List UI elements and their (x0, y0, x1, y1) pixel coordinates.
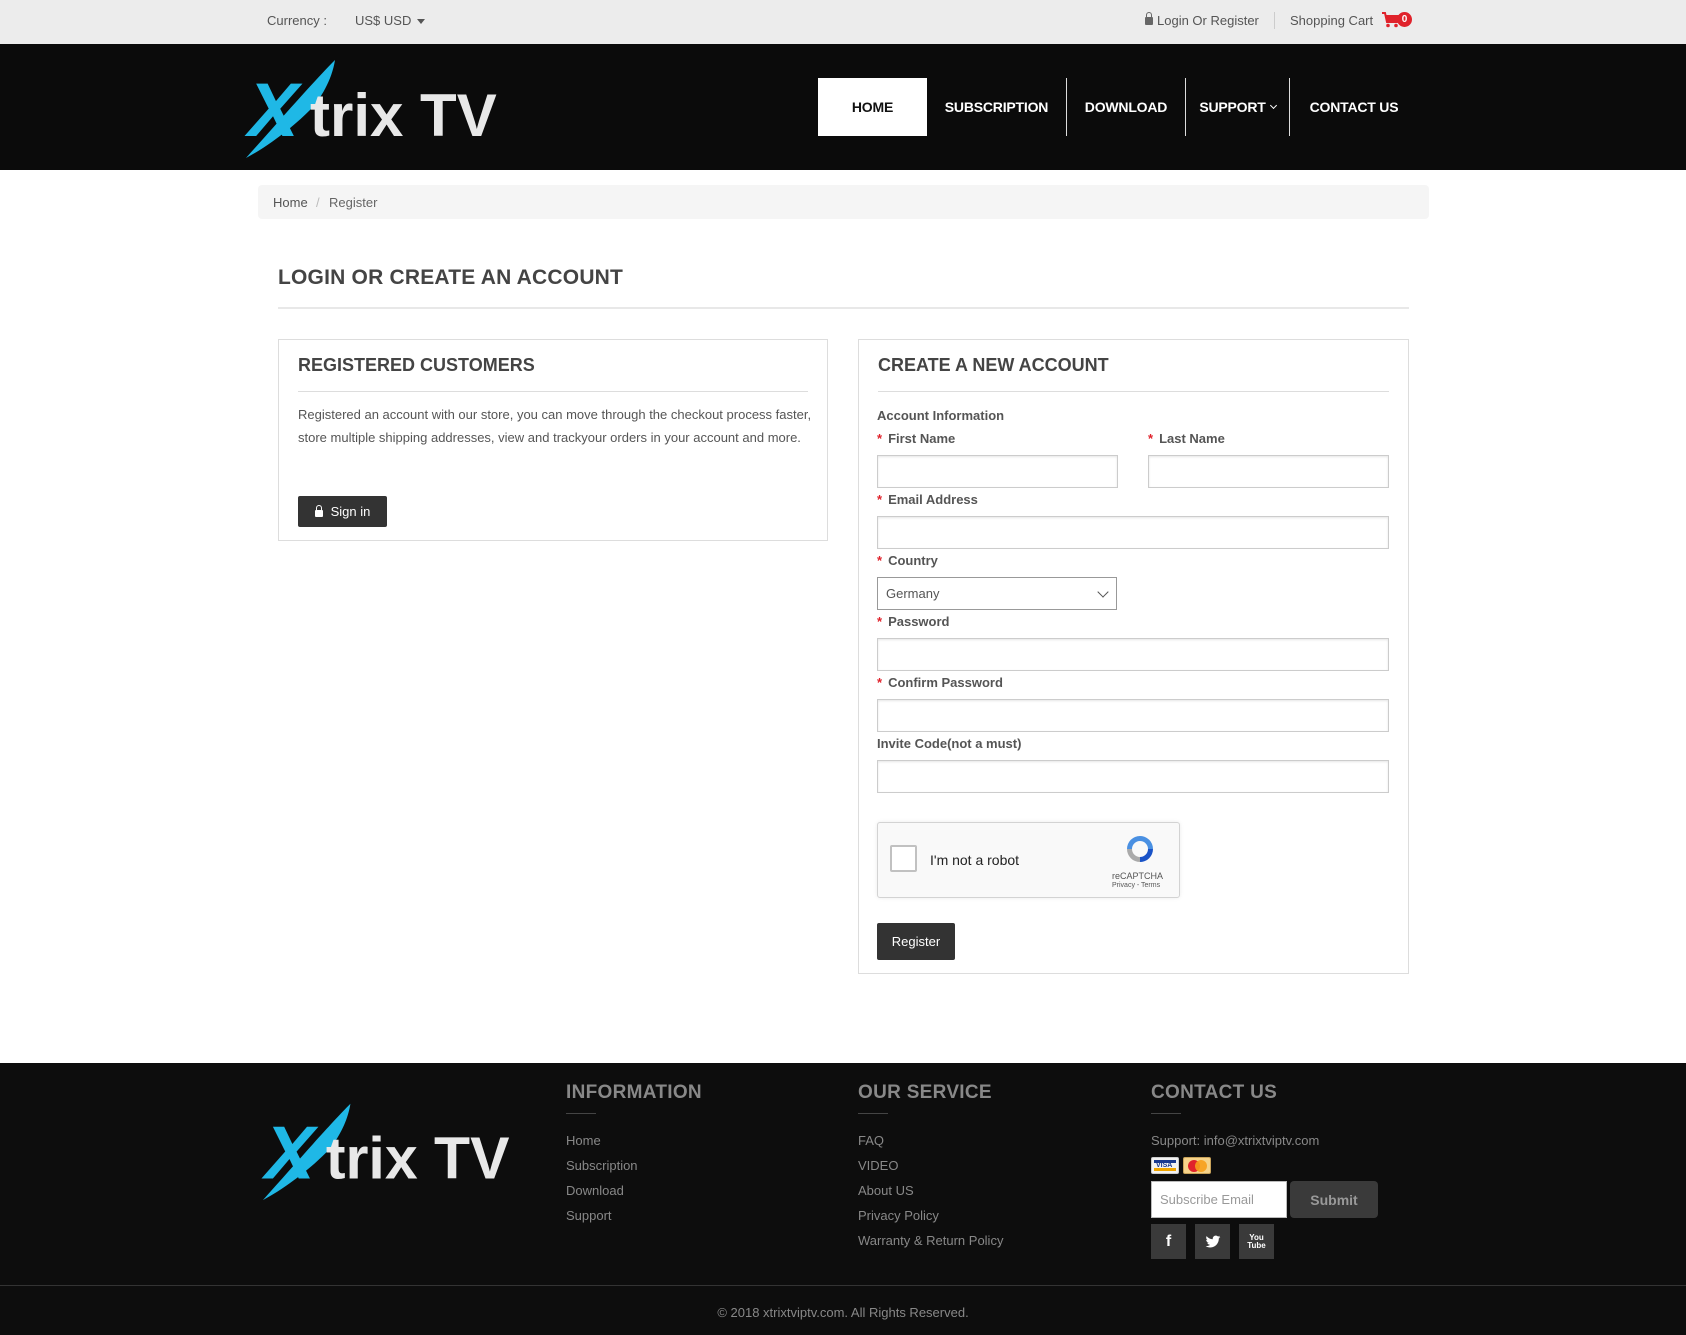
breadcrumb: Home / Register (258, 185, 1429, 219)
login-register-label: Login Or Register (1157, 13, 1259, 28)
email-input[interactable] (877, 516, 1389, 549)
footer-logo[interactable]: X trix TV (257, 1093, 552, 1205)
recaptcha-widget: I'm not a robot reCAPTCHA Privacy - Term… (877, 822, 1180, 898)
payment-cards: VISA (1151, 1157, 1211, 1174)
contact-us-title: CONTACT US (1151, 1082, 1278, 1103)
registered-customers-panel: REGISTERED CUSTOMERS Registered an accou… (278, 339, 828, 541)
lock-icon (1145, 12, 1153, 25)
nav-contact[interactable]: CONTACT US (1290, 78, 1418, 136)
footer-link-privacy[interactable]: Privacy Policy (858, 1208, 939, 1223)
currency-label: Currency : (267, 13, 327, 28)
required-mark: * (877, 431, 883, 446)
confirm-password-input[interactable] (877, 699, 1389, 732)
logo-text: trix TV (310, 82, 497, 149)
nav-download[interactable]: DOWNLOAD (1067, 78, 1185, 136)
footer-link-video[interactable]: VIDEO (858, 1158, 898, 1173)
email-label: * Email Address (877, 492, 978, 507)
nav-support-label: SUPPORT (1199, 99, 1266, 115)
confirm-password-label: * Confirm Password (877, 675, 1003, 690)
footer-logo-x: X (261, 1111, 319, 1195)
footer-link-home[interactable]: Home (566, 1133, 601, 1148)
invite-code-label: Invite Code(not a must) (877, 736, 1022, 751)
required-mark: * (877, 492, 883, 507)
nav-support[interactable]: SUPPORT (1186, 78, 1289, 136)
mastercard-icon (1183, 1157, 1211, 1174)
invite-code-input[interactable] (877, 760, 1389, 793)
panel-divider (878, 391, 1389, 392)
recaptcha-brand: reCAPTCHA (1112, 871, 1164, 881)
required-mark: * (877, 614, 883, 629)
youtube-icon[interactable]: You Tube (1239, 1224, 1274, 1259)
topbar-divider (1274, 12, 1275, 29)
sign-in-button[interactable]: Sign in (298, 496, 387, 527)
account-info-label: Account Information (877, 408, 1005, 423)
registered-description: Registered an account with our store, yo… (298, 407, 812, 445)
footer-link-support[interactable]: Support (566, 1208, 612, 1223)
last-name-label: * Last Name (1148, 431, 1225, 446)
page-title: LOGIN OR CREATE AN ACCOUNT (278, 266, 624, 289)
recaptcha-terms[interactable]: Privacy - Terms (1112, 882, 1160, 889)
title-divider (278, 307, 1409, 309)
subscribe-submit-button[interactable]: Submit (1290, 1181, 1378, 1218)
currency-value: US$ USD (355, 13, 412, 28)
footer-logo-text: trix TV (326, 1126, 510, 1192)
visa-card-icon: VISA (1151, 1157, 1179, 1174)
title-underline (566, 1113, 596, 1114)
lock-icon (314, 504, 323, 517)
facebook-icon[interactable]: f (1151, 1224, 1186, 1259)
shopping-cart-link[interactable]: Shopping Cart (1290, 13, 1373, 28)
registered-customers-title: REGISTERED CUSTOMERS (298, 355, 535, 375)
recaptcha-checkbox[interactable] (890, 845, 917, 872)
site-footer: X trix TV INFORMATION Home Subscription … (0, 1063, 1686, 1335)
support-email[interactable]: Support: info@xtrixtviptv.com (1151, 1133, 1319, 1148)
recaptcha-label: I'm not a robot (930, 852, 1020, 868)
recaptcha-icon (1127, 836, 1153, 862)
top-bar: Currency : US$ USD Login Or Register Sho… (0, 0, 1686, 44)
footer-link-download[interactable]: Download (566, 1183, 624, 1198)
site-logo[interactable]: X trix TV (240, 50, 540, 162)
twitter-icon[interactable] (1195, 1224, 1230, 1259)
country-select[interactable]: Germany (877, 577, 1117, 610)
footer-link-warranty[interactable]: Warranty & Return Policy (858, 1233, 1003, 1248)
password-label: * Password (877, 614, 950, 629)
nav-home[interactable]: HOME (818, 78, 927, 136)
our-service-title: OUR SERVICE (858, 1082, 992, 1103)
panel-divider (298, 391, 808, 392)
breadcrumb-current: Register (329, 195, 378, 210)
required-mark: * (877, 675, 883, 690)
information-title: INFORMATION (566, 1082, 702, 1103)
create-account-title: CREATE A NEW ACCOUNT (878, 355, 1109, 375)
visa-label: VISA (1156, 1162, 1173, 1169)
register-button[interactable]: Register (877, 923, 955, 960)
main-nav: HOME SUBSCRIPTION DOWNLOAD SUPPORT CONTA… (818, 78, 1418, 136)
footer-link-faq[interactable]: FAQ (858, 1133, 884, 1148)
create-account-panel: CREATE A NEW ACCOUNT Account Information… (858, 339, 1409, 974)
required-mark: * (1148, 431, 1154, 446)
logo-x: X (244, 68, 303, 153)
password-input[interactable] (877, 638, 1389, 671)
subscribe-email-input[interactable]: Subscribe Email (1151, 1181, 1287, 1218)
sign-in-label: Sign in (330, 504, 371, 519)
footer-divider (0, 1285, 1686, 1286)
footer-link-subscription[interactable]: Subscription (566, 1158, 638, 1173)
currency-dropdown[interactable]: US$ USD (355, 13, 426, 28)
caret-down-icon (417, 19, 426, 25)
title-underline (1151, 1113, 1181, 1114)
first-name-input[interactable] (877, 455, 1118, 488)
breadcrumb-home[interactable]: Home (273, 195, 308, 210)
nav-subscription[interactable]: SUBSCRIPTION (927, 78, 1066, 136)
chevron-down-icon (1097, 586, 1109, 598)
last-name-input[interactable] (1148, 455, 1389, 488)
footer-link-about[interactable]: About US (858, 1183, 914, 1198)
breadcrumb-separator: / (316, 195, 320, 210)
country-label: * Country (877, 553, 938, 568)
cart-count-badge: 0 (1397, 12, 1412, 27)
required-mark: * (877, 553, 883, 568)
login-register-link[interactable]: Login Or Register (1145, 12, 1259, 28)
title-underline (858, 1113, 888, 1114)
copyright-text: © 2018 xtrixtviptv.com. All Rights Reser… (717, 1305, 969, 1320)
first-name-label: * First Name (877, 431, 956, 446)
country-value: Germany (886, 586, 940, 601)
chevron-down-icon (1269, 101, 1277, 109)
